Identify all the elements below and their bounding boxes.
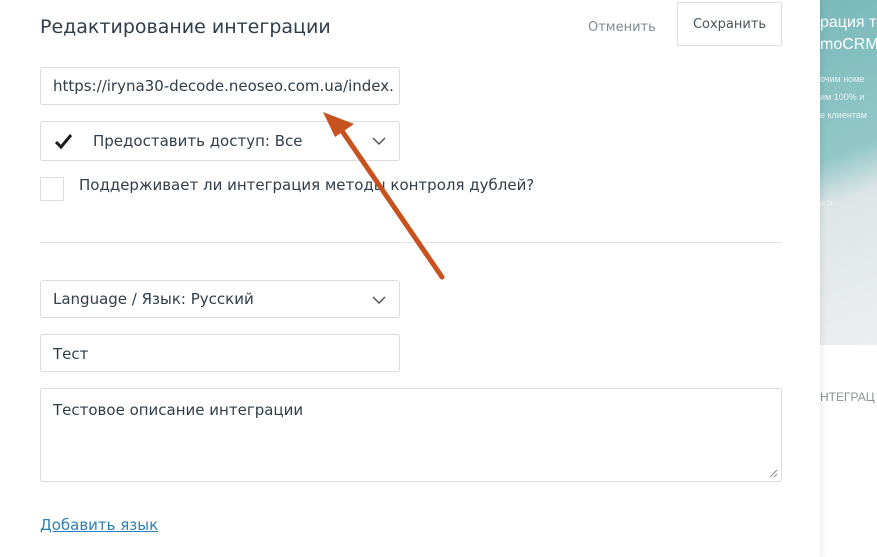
background-hero-title-line1: рация те [820, 14, 877, 31]
background-hero-subtext-3: е клиентам [820, 110, 868, 120]
url-field-value: https://iryna30-decode.neoseo.com.ua/ind… [53, 77, 395, 95]
checkmark-icon [54, 133, 73, 150]
integration-description-value: Тестовое описание интеграции [53, 401, 304, 419]
divider [40, 242, 782, 243]
add-language-link[interactable]: Добавить язык [40, 516, 158, 534]
url-field[interactable]: https://iryna30-decode.neoseo.com.ua/ind… [40, 67, 400, 105]
save-button[interactable]: Сохранить [677, 2, 782, 46]
background-integrations-label: НТЕГРАЦ [820, 390, 875, 404]
cancel-button[interactable]: Отменить [588, 20, 656, 35]
background-hero-subtext-1: очим номе [820, 74, 865, 84]
edit-integration-modal: Редактирование интеграции Отменить Сохра… [0, 0, 820, 557]
integration-name-field[interactable]: Тест [40, 334, 400, 372]
integration-name-value: Тест [53, 345, 89, 363]
background-hero-link: и > [820, 198, 833, 208]
duplicates-checkbox[interactable] [40, 177, 64, 201]
language-select-label: Language / Язык: Русский [53, 290, 254, 308]
background-hero-title-line2: moCRM [820, 36, 877, 53]
resize-handle-icon[interactable] [769, 469, 778, 478]
access-select[interactable]: Предоставить доступ: Все [40, 121, 400, 161]
integration-description-field[interactable]: Тестовое описание интеграции [40, 388, 782, 482]
access-select-label: Предоставить доступ: Все [93, 132, 303, 150]
language-select[interactable]: Language / Язык: Русский [40, 280, 400, 318]
modal-title: Редактирование интеграции [40, 16, 331, 38]
background-hero-subtext-2: им 100% и [820, 92, 865, 102]
duplicates-label: Поддерживает ли интеграция методы контро… [79, 176, 535, 194]
chevron-down-icon [372, 296, 386, 305]
chevron-down-icon [372, 137, 386, 146]
